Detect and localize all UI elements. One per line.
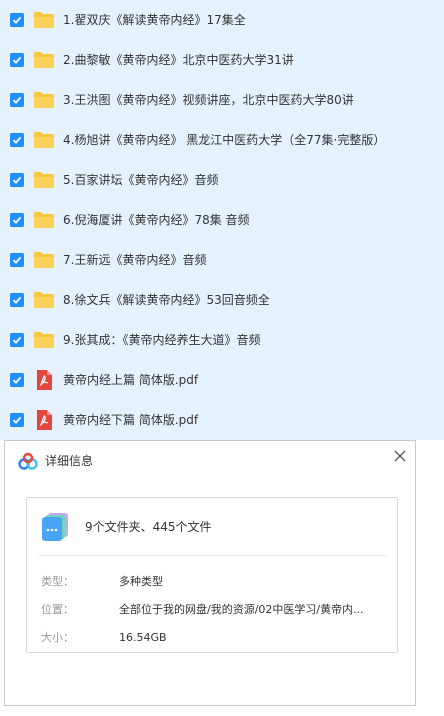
file-name[interactable]: 4.杨旭讲《黄帝内经》 黑龙江中医药大学（全77集·完整版） (63, 130, 385, 150)
file-name[interactable]: 1.翟双庆《解读黄帝内经》17集全 (63, 10, 246, 30)
file-name[interactable]: 7.王新远《黄帝内经》音频 (63, 250, 206, 270)
checkmark-icon (12, 56, 22, 64)
detail-label: 大小： (41, 631, 74, 644)
folder-icon (33, 289, 55, 311)
checkmark-icon (12, 256, 22, 264)
folder-icon (33, 129, 55, 151)
checkmark-icon (12, 216, 22, 224)
detail-value[interactable]: 全部位于我的网盘/我的资源/02中医学习/黄帝内... (119, 600, 391, 620)
checkmark-icon (12, 336, 22, 344)
folder-icon (33, 209, 55, 231)
folder-icon (33, 329, 55, 351)
dialog-title: 详细信息 (45, 454, 94, 468)
detail-row-size: 大小： 16.54GB (27, 628, 397, 648)
checkmark-icon (12, 376, 22, 384)
folder-icon (33, 9, 55, 31)
selection-summary: 9个文件夹、445个文件 (85, 520, 212, 534)
file-row[interactable]: 7.王新远《黄帝内经》音频 (0, 240, 444, 280)
file-name[interactable]: 9.张其成：《黄帝内经养生大道》音频 (63, 330, 260, 350)
checkbox-checked-icon[interactable] (10, 13, 24, 27)
file-list: 1.翟双庆《解读黄帝内经》17集全 2.曲黎敏《黄帝内经》北京中医药大学31讲 3.… (0, 0, 444, 440)
file-row[interactable]: 4.杨旭讲《黄帝内经》 黑龙江中医药大学（全77集·完整版） (0, 120, 444, 160)
checkmark-icon (12, 16, 22, 24)
file-row[interactable]: 黄帝内经下篇 简体版.pdf (0, 400, 444, 440)
file-row[interactable]: 5.百家讲坛《黄帝内经》音频 (0, 160, 444, 200)
folder-icon (33, 49, 55, 71)
folder-icon (33, 249, 55, 271)
close-icon[interactable] (389, 445, 411, 467)
checkbox-checked-icon[interactable] (10, 413, 24, 427)
checkbox-checked-icon[interactable] (10, 373, 24, 387)
checkbox-checked-icon[interactable] (10, 53, 24, 67)
file-row[interactable]: 9.张其成：《黄帝内经养生大道》音频 (0, 320, 444, 360)
checkbox-checked-icon[interactable] (10, 133, 24, 147)
checkbox-checked-icon[interactable] (10, 253, 24, 267)
detail-value: 多种类型 (119, 575, 163, 588)
checkbox-checked-icon[interactable] (10, 93, 24, 107)
detail-value: 16.54GB (119, 631, 167, 644)
divider (39, 555, 387, 556)
pdf-icon (33, 409, 55, 431)
multi-file-icon (39, 511, 71, 543)
checkbox-checked-icon[interactable] (10, 213, 24, 227)
file-row[interactable]: 8.徐文兵《解读黄帝内经》53回音频全 (0, 280, 444, 320)
file-row[interactable]: 3.王洪图《黄帝内经》视频讲座，北京中医药大学80讲 (0, 80, 444, 120)
file-row[interactable]: 2.曲黎敏《黄帝内经》北京中医药大学31讲 (0, 40, 444, 80)
file-row[interactable]: 黄帝内经上篇 简体版.pdf (0, 360, 444, 400)
file-name[interactable]: 黄帝内经下篇 简体版.pdf (63, 410, 198, 430)
checkmark-icon (12, 96, 22, 104)
file-row[interactable]: 1.翟双庆《解读黄帝内经》17集全 (0, 0, 444, 40)
detail-label: 位置： (41, 603, 74, 616)
checkbox-checked-icon[interactable] (10, 293, 24, 307)
checkmark-icon (12, 296, 22, 304)
checkbox-checked-icon[interactable] (10, 333, 24, 347)
file-name[interactable]: 6.倪海厦讲《黄帝内经》78集 音频 (63, 210, 250, 230)
file-name[interactable]: 8.徐文兵《解读黄帝内经》53回音频全 (63, 290, 270, 310)
folder-icon (33, 89, 55, 111)
details-dialog: 详细信息 9个文件夹、445个文件 类型： 多种类型 位置： 全部位于我的网盘/… (4, 440, 416, 706)
folder-icon (33, 169, 55, 191)
file-name[interactable]: 3.王洪图《黄帝内经》视频讲座，北京中医药大学80讲 (63, 90, 354, 110)
checkmark-icon (12, 416, 22, 424)
detail-row-type: 类型： 多种类型 (27, 572, 397, 592)
pdf-icon (33, 369, 55, 391)
file-row[interactable]: 6.倪海厦讲《黄帝内经》78集 音频 (0, 200, 444, 240)
file-name[interactable]: 黄帝内经上篇 简体版.pdf (63, 370, 198, 390)
details-panel: 9个文件夹、445个文件 类型： 多种类型 位置： 全部位于我的网盘/我的资源/… (26, 497, 398, 653)
detail-row-location: 位置： 全部位于我的网盘/我的资源/02中医学习/黄帝内... (27, 600, 397, 620)
checkmark-icon (12, 176, 22, 184)
detail-label: 类型： (41, 575, 74, 588)
file-name[interactable]: 2.曲黎敏《黄帝内经》北京中医药大学31讲 (63, 50, 294, 70)
file-name[interactable]: 5.百家讲坛《黄帝内经》音频 (63, 170, 218, 190)
checkmark-icon (12, 136, 22, 144)
cloud-logo-icon (17, 451, 39, 473)
checkbox-checked-icon[interactable] (10, 173, 24, 187)
dialog-header: 详细信息 (5, 441, 415, 481)
